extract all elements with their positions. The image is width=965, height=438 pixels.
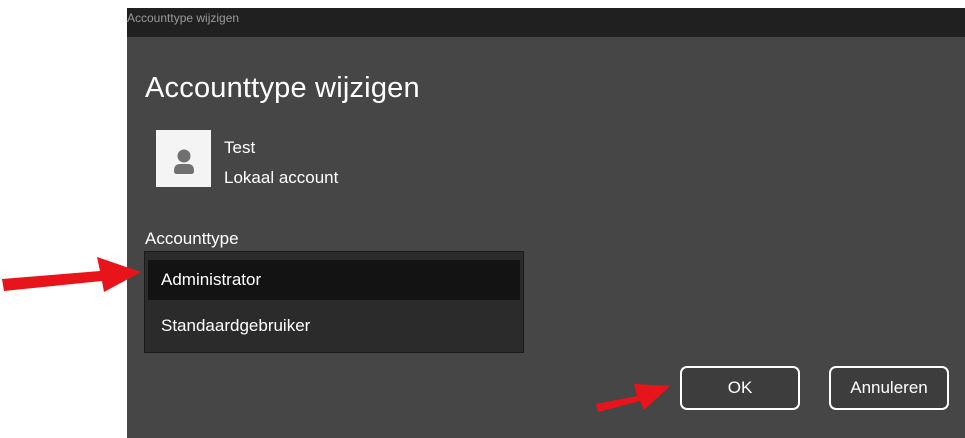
red-arrow-icon — [596, 384, 670, 412]
cancel-button[interactable]: Annuleren — [829, 366, 949, 410]
option-standaardgebruiker[interactable]: Standaardgebruiker — [148, 306, 520, 346]
option-administrator[interactable]: Administrator — [148, 260, 520, 300]
screenshot-page: Accounttype wijzigen Accounttype wijzige… — [0, 0, 965, 438]
account-type-label: Accounttype — [145, 229, 239, 248]
account-type-dropdown-list[interactable]: Administrator Standaardgebruiker — [144, 251, 524, 353]
change-account-type-dialog: Accounttype wijzigen Accounttype wijzige… — [127, 8, 965, 438]
title-bar: Accounttype wijzigen — [127, 8, 965, 37]
user-icon — [174, 149, 194, 174]
ok-button[interactable]: OK — [680, 366, 800, 410]
user-account-type: Lokaal account — [224, 168, 339, 187]
red-arrow-icon — [2, 257, 141, 292]
user-name: Test — [224, 138, 256, 157]
avatar — [156, 130, 211, 187]
window-title: Accounttype wijzigen — [127, 11, 240, 25]
dialog-heading: Accounttype wijzigen — [145, 72, 420, 104]
